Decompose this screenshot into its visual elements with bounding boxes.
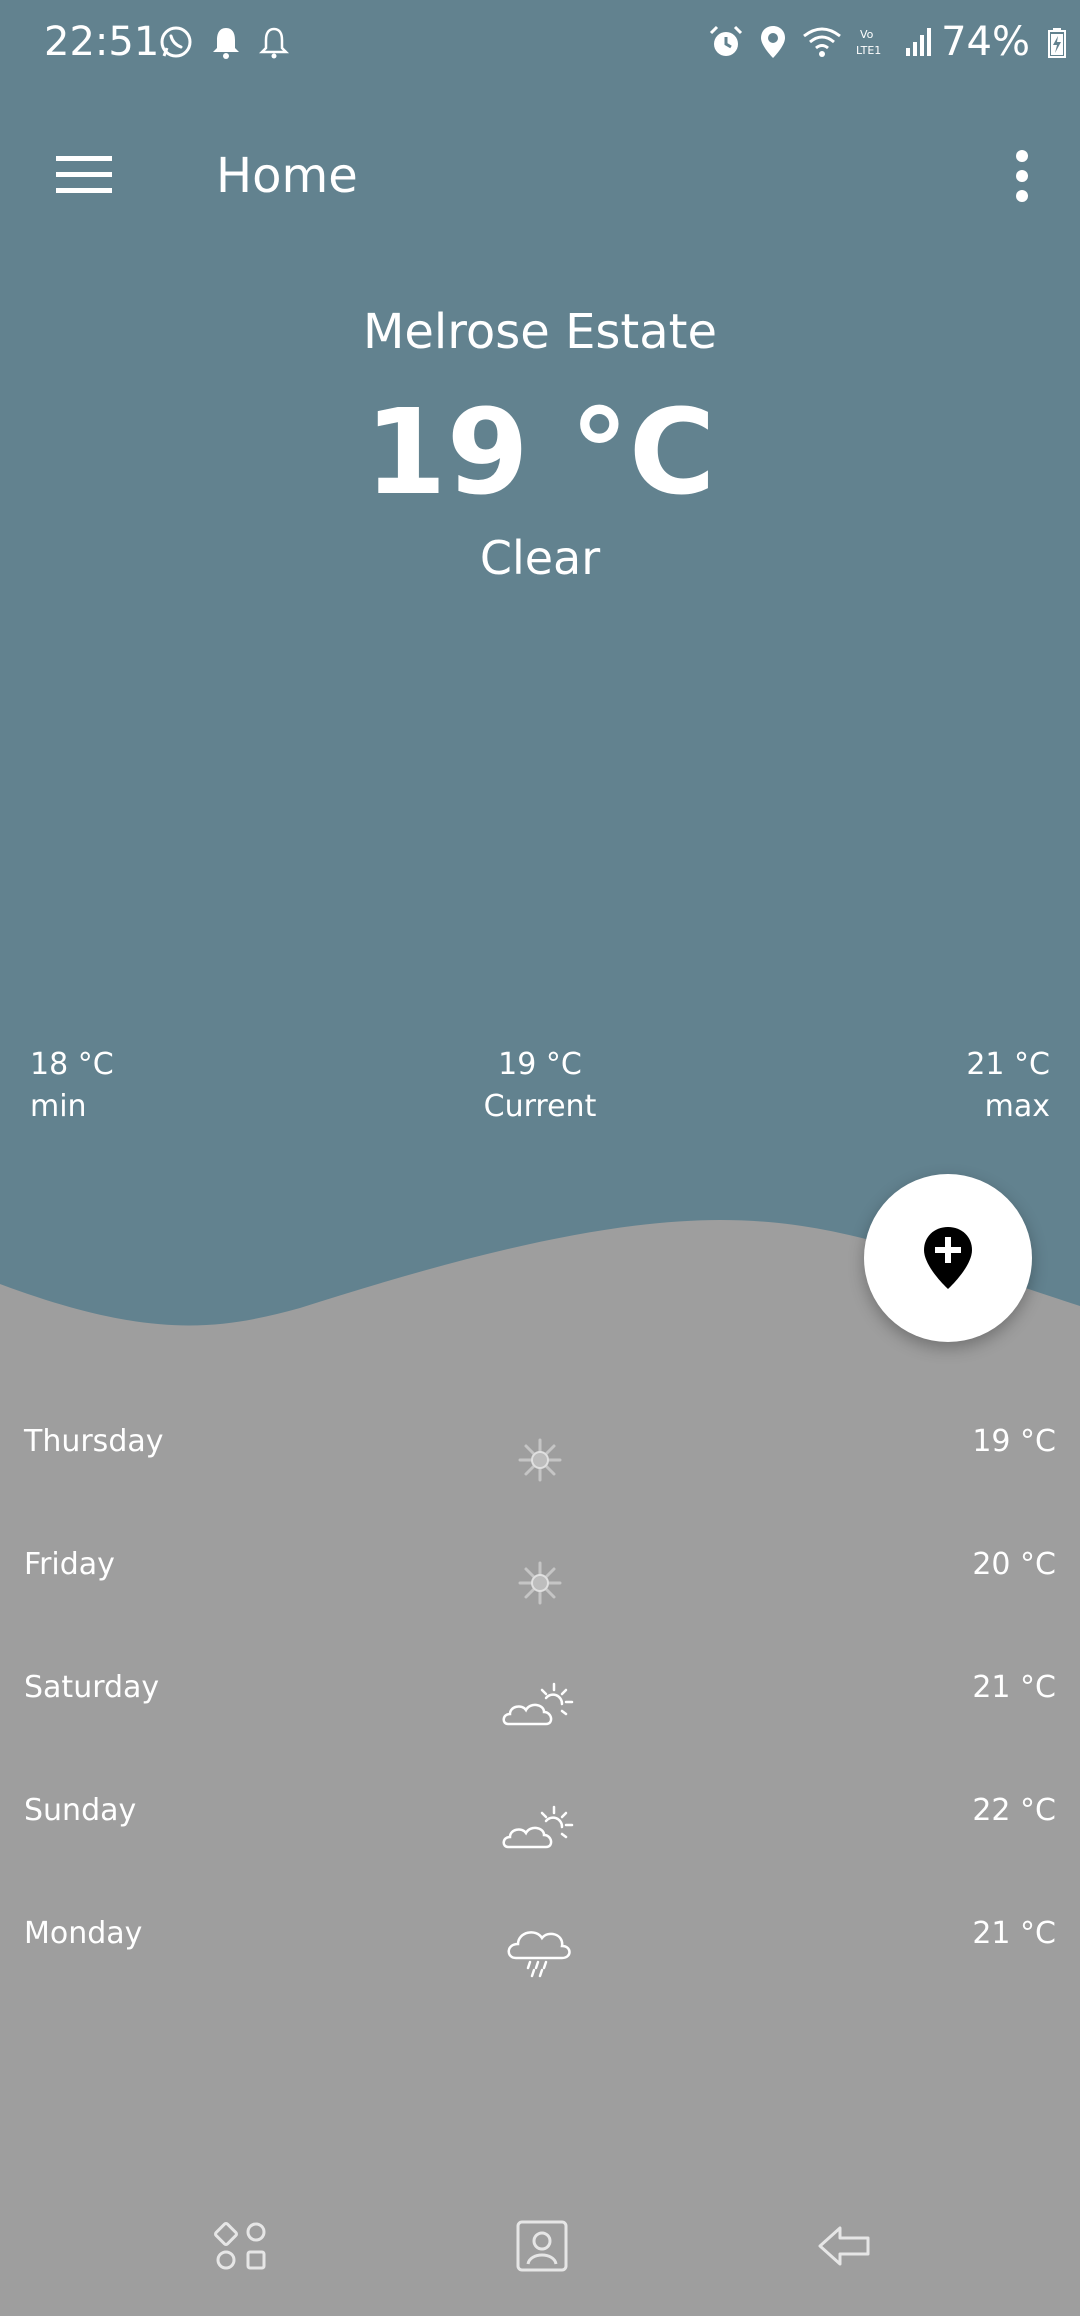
- weather-condition: Clear: [479, 531, 601, 585]
- max-temp-block: 21 °C max: [966, 1044, 1050, 1128]
- forecast-row: Friday 20 °C: [0, 1523, 1080, 1646]
- bell-outline-icon: [258, 27, 290, 59]
- status-bar: 22:51 Vo LTE1 74%: [0, 0, 1080, 84]
- alarm-icon: [709, 25, 743, 56]
- battery-icon: [1048, 28, 1066, 58]
- forecast-row: Monday 21 °C: [0, 1892, 1080, 2015]
- page-title: Home: [216, 148, 358, 204]
- current-temp-value: 19 °C: [498, 1047, 582, 1082]
- svg-text:LTE1: LTE1: [856, 44, 881, 57]
- status-right-icons: Vo LTE1: [708, 20, 934, 64]
- weather-screen: 22:51 Vo LTE1 74% Home Melrose Estate 19…: [0, 0, 1080, 2316]
- current-temp-label: Current: [483, 1089, 597, 1124]
- more-options-icon[interactable]: [1004, 146, 1040, 206]
- min-temp-value: 18 °C: [30, 1047, 114, 1082]
- rain-cloud-icon: [507, 1931, 571, 1978]
- home-icon[interactable]: [512, 2216, 572, 2276]
- forecast-row: Saturday 21 °C: [0, 1646, 1080, 1769]
- menu-icon[interactable]: [54, 150, 114, 200]
- max-temp-value: 21 °C: [966, 1047, 1050, 1082]
- min-temp-label: min: [30, 1089, 87, 1124]
- max-temp-label: max: [984, 1089, 1050, 1124]
- current-temp-block: 19 °C Current: [440, 1044, 640, 1128]
- current-temperature: 19 °C: [364, 383, 716, 521]
- bell-icon: [213, 28, 239, 59]
- forecast-temp: 22 °C: [972, 1793, 1056, 1828]
- forecast-temp: 21 °C: [972, 1916, 1056, 1951]
- battery-percent: 74%: [941, 19, 1030, 65]
- status-time: 22:51: [44, 19, 160, 65]
- location-icon: [761, 26, 785, 58]
- forecast-temp: 21 °C: [972, 1670, 1056, 1705]
- signal-icon: [906, 28, 931, 56]
- forecast-day: Monday: [24, 1916, 143, 1951]
- system-navigation-bar: [0, 2196, 1080, 2306]
- forecast-row: Sunday 22 °C: [0, 1769, 1080, 1892]
- whatsapp-icon: [160, 26, 192, 58]
- forecast-day: Friday: [24, 1547, 115, 1582]
- wifi-icon: [803, 27, 841, 57]
- location-name: Melrose Estate: [362, 304, 718, 360]
- partly-cloudy-icon: [502, 1682, 574, 1726]
- volte-icon: Vo LTE1: [856, 28, 881, 57]
- sun-icon: [518, 1561, 562, 1605]
- recent-apps-icon[interactable]: [212, 2216, 272, 2276]
- forecast-temp: 20 °C: [972, 1547, 1056, 1582]
- back-icon[interactable]: [814, 2216, 874, 2276]
- partly-cloudy-icon: [502, 1805, 574, 1849]
- forecast-day: Sunday: [24, 1793, 137, 1828]
- forecast-temp: 19 °C: [972, 1424, 1056, 1459]
- forecast-row: Thursday 19 °C: [0, 1400, 1080, 1523]
- app-bar: Home: [0, 120, 1080, 230]
- add-location-icon: [924, 1227, 972, 1289]
- forecast-list: Thursday 19 °C Friday 20 °C Saturday 21 …: [0, 1400, 1080, 2015]
- min-temp-block: 18 °C min: [30, 1044, 114, 1128]
- forecast-day: Saturday: [24, 1670, 160, 1705]
- svg-text:Vo: Vo: [860, 28, 874, 41]
- add-location-button[interactable]: [864, 1174, 1032, 1342]
- status-left-icons: [158, 20, 290, 64]
- sun-icon: [518, 1438, 562, 1482]
- forecast-day: Thursday: [24, 1424, 164, 1459]
